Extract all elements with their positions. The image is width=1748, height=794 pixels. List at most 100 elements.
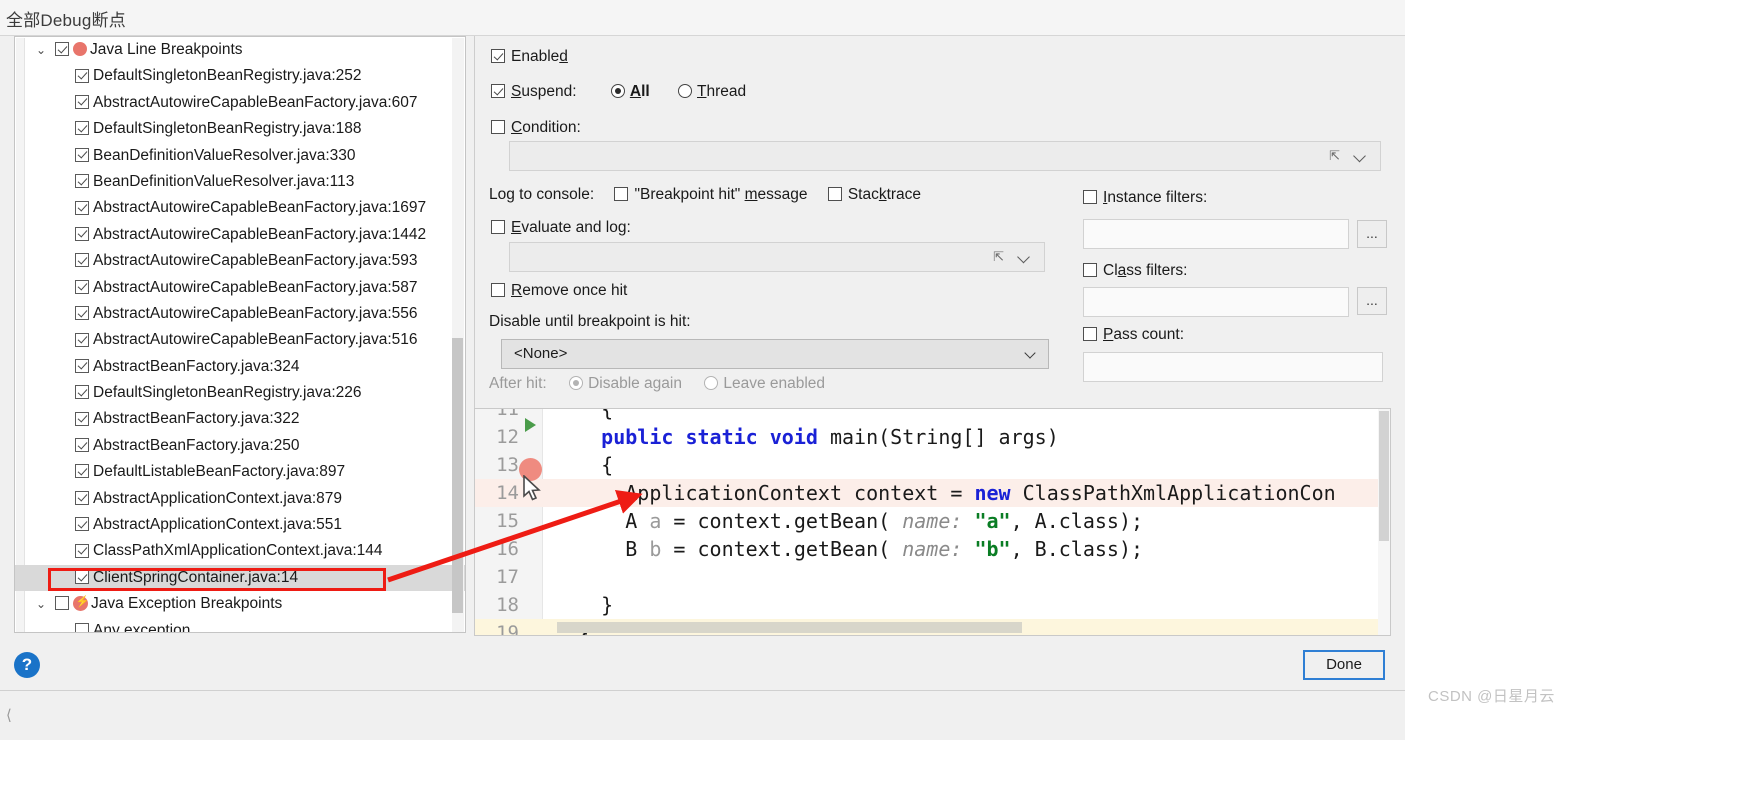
tree-group-checkbox[interactable] [55, 42, 69, 57]
tree-group-1[interactable]: ⌄ Java Exception Breakpoints [15, 591, 465, 617]
pass-count-input[interactable] [1083, 352, 1383, 382]
breakpoints-tree-panel[interactable]: ⌄ Java Line Breakpoints DefaultSingletonBe… [14, 36, 466, 633]
evaluate-and-log-row[interactable]: Evaluate and log: [491, 219, 631, 237]
tree-item-0-15[interactable]: DefaultListableBeanFactory.java:897 [15, 459, 465, 485]
tree-group-checkbox[interactable] [55, 596, 69, 611]
evaluate-and-log-checkbox[interactable] [491, 220, 505, 235]
chevron-down-icon[interactable] [1355, 151, 1366, 162]
tree-item-checkbox[interactable] [75, 174, 89, 189]
enabled-row[interactable]: Enabled [491, 48, 568, 66]
tree-item-0-7[interactable]: AbstractAutowireCapableBeanFactory.java:… [15, 248, 465, 274]
suspend-row[interactable]: Suspend: All Thread [491, 83, 746, 101]
tree-item-checkbox[interactable] [75, 411, 89, 426]
tree-item-checkbox[interactable] [75, 279, 89, 294]
code-preview-editor[interactable]: 11 {12 public static void main(String[] … [474, 408, 1391, 636]
scroll-left-caret-icon[interactable]: ⟨ [6, 706, 12, 724]
editor-vscrollbar-thumb[interactable] [1379, 411, 1389, 541]
tree-group-0[interactable]: ⌄ Java Line Breakpoints [15, 37, 465, 63]
tree-item-checkbox[interactable] [75, 306, 89, 321]
chevron-down-icon[interactable]: ⌄ [33, 591, 49, 617]
code-line-15[interactable]: 15 A a = context.getBean( name: "a", A.c… [475, 507, 1390, 535]
breakpoint-hit-message-checkbox[interactable] [614, 187, 629, 202]
chevron-down-icon-2[interactable] [1019, 252, 1030, 263]
tree-item-checkbox[interactable] [75, 358, 89, 373]
code-line-12[interactable]: 12 public static void main(String[] args… [475, 423, 1390, 451]
condition-input[interactable]: ⇱ [509, 141, 1381, 171]
tree-item-checkbox[interactable] [75, 622, 89, 632]
tree-item-checkbox[interactable] [75, 490, 89, 505]
tree-item-checkbox[interactable] [75, 226, 89, 241]
stacktrace-checkbox[interactable] [827, 187, 842, 202]
instance-filters-input[interactable] [1083, 219, 1349, 249]
class-filters-checkbox[interactable] [1083, 263, 1097, 278]
expand-icon[interactable]: ⇱ [1329, 148, 1340, 164]
suspend-thread-radio[interactable] [678, 84, 693, 99]
tree-item-1-0[interactable]: Any exception [15, 618, 465, 632]
after-hit-leave-enabled-radio[interactable] [704, 376, 719, 391]
tree-item-0-0[interactable]: DefaultSingletonBeanRegistry.java:252 [15, 63, 465, 89]
tree-item-0-2[interactable]: DefaultSingletonBeanRegistry.java:188 [15, 116, 465, 142]
class-filters-input[interactable] [1083, 287, 1349, 317]
code-line-18[interactable]: 18 } [475, 591, 1390, 619]
class-filters-row[interactable]: Class filters: [1083, 262, 1187, 280]
instance-filters-row[interactable]: Instance filters: [1083, 189, 1207, 207]
tree-item-0-6[interactable]: AbstractAutowireCapableBeanFactory.java:… [15, 222, 465, 248]
chevron-down-icon[interactable]: ⌄ [33, 37, 49, 63]
tree-item-checkbox[interactable] [75, 147, 89, 162]
done-button[interactable]: Done [1303, 650, 1385, 680]
tree-item-checkbox[interactable] [75, 68, 89, 83]
tree-item-0-16[interactable]: AbstractApplicationContext.java:879 [15, 486, 465, 512]
tree-item-0-18[interactable]: ClassPathXmlApplicationContext.java:144 [15, 538, 465, 564]
tree-scrollbar-thumb[interactable] [452, 338, 463, 613]
condition-checkbox[interactable] [491, 120, 505, 135]
tree-item-0-3[interactable]: BeanDefinitionValueResolver.java:330 [15, 143, 465, 169]
class-filters-more-button[interactable]: ... [1357, 287, 1387, 315]
remove-once-hit-checkbox[interactable] [491, 283, 505, 298]
tree-item-0-5[interactable]: AbstractAutowireCapableBeanFactory.java:… [15, 195, 465, 221]
tree-item-checkbox[interactable] [75, 570, 89, 585]
tree-item-0-4[interactable]: BeanDefinitionValueResolver.java:113 [15, 169, 465, 195]
tree-item-checkbox[interactable] [75, 517, 89, 532]
tree-item-0-13[interactable]: AbstractBeanFactory.java:322 [15, 406, 465, 432]
code-line-16[interactable]: 16 B b = context.getBean( name: "b", B.c… [475, 535, 1390, 563]
help-icon[interactable]: ? [14, 652, 40, 678]
suspend-checkbox[interactable] [491, 84, 505, 99]
tree-item-checkbox[interactable] [75, 332, 89, 347]
remove-once-hit-row[interactable]: Remove once hit [491, 282, 627, 300]
editor-hscrollbar-thumb[interactable] [557, 622, 1022, 633]
suspend-all-radio[interactable] [610, 84, 625, 99]
code-line-17[interactable]: 17 [475, 563, 1390, 591]
disable-until-dropdown[interactable]: <None> [501, 339, 1049, 369]
tree-item-checkbox[interactable] [75, 438, 89, 453]
tree-item-0-19[interactable]: ClientSpringContainer.java:14 [15, 564, 465, 592]
tree-item-checkbox[interactable] [75, 200, 89, 215]
chevron-down-icon-3[interactable] [1026, 349, 1036, 359]
expand-icon-2[interactable]: ⇱ [993, 249, 1004, 265]
tree-vertical-scrollbar[interactable] [452, 38, 464, 632]
run-gutter-icon[interactable] [525, 418, 536, 432]
code-line-11[interactable]: 11 { [475, 409, 1390, 423]
tree-item-checkbox[interactable] [75, 121, 89, 136]
instance-filters-more-button[interactable]: ... [1357, 220, 1387, 248]
instance-filters-checkbox[interactable] [1083, 190, 1097, 205]
code-line-14[interactable]: 14 ApplicationContext context = new Clas… [475, 479, 1390, 507]
pass-count-row[interactable]: Pass count: [1083, 326, 1184, 344]
tree-item-checkbox[interactable] [75, 385, 89, 400]
tree-item-checkbox[interactable] [75, 464, 89, 479]
condition-row[interactable]: Condition: [491, 119, 581, 137]
tree-item-0-14[interactable]: AbstractBeanFactory.java:250 [15, 433, 465, 459]
tree-item-0-17[interactable]: AbstractApplicationContext.java:551 [15, 512, 465, 538]
tree-item-0-8[interactable]: AbstractAutowireCapableBeanFactory.java:… [15, 275, 465, 301]
tree-item-0-12[interactable]: DefaultSingletonBeanRegistry.java:226 [15, 380, 465, 406]
tree-item-checkbox[interactable] [75, 543, 89, 558]
after-hit-disable-again-radio[interactable] [569, 376, 584, 391]
evaluate-and-log-input[interactable]: ⇱ [509, 242, 1045, 272]
tree-item-0-9[interactable]: AbstractAutowireCapableBeanFactory.java:… [15, 301, 465, 327]
tree-item-0-11[interactable]: AbstractBeanFactory.java:324 [15, 354, 465, 380]
enabled-checkbox[interactable] [491, 49, 505, 64]
tree-item-0-10[interactable]: AbstractAutowireCapableBeanFactory.java:… [15, 327, 465, 353]
tree-item-checkbox[interactable] [75, 253, 89, 268]
tree-item-0-1[interactable]: AbstractAutowireCapableBeanFactory.java:… [15, 90, 465, 116]
pass-count-checkbox[interactable] [1083, 327, 1097, 342]
code-line-13[interactable]: 13 { [475, 451, 1390, 479]
